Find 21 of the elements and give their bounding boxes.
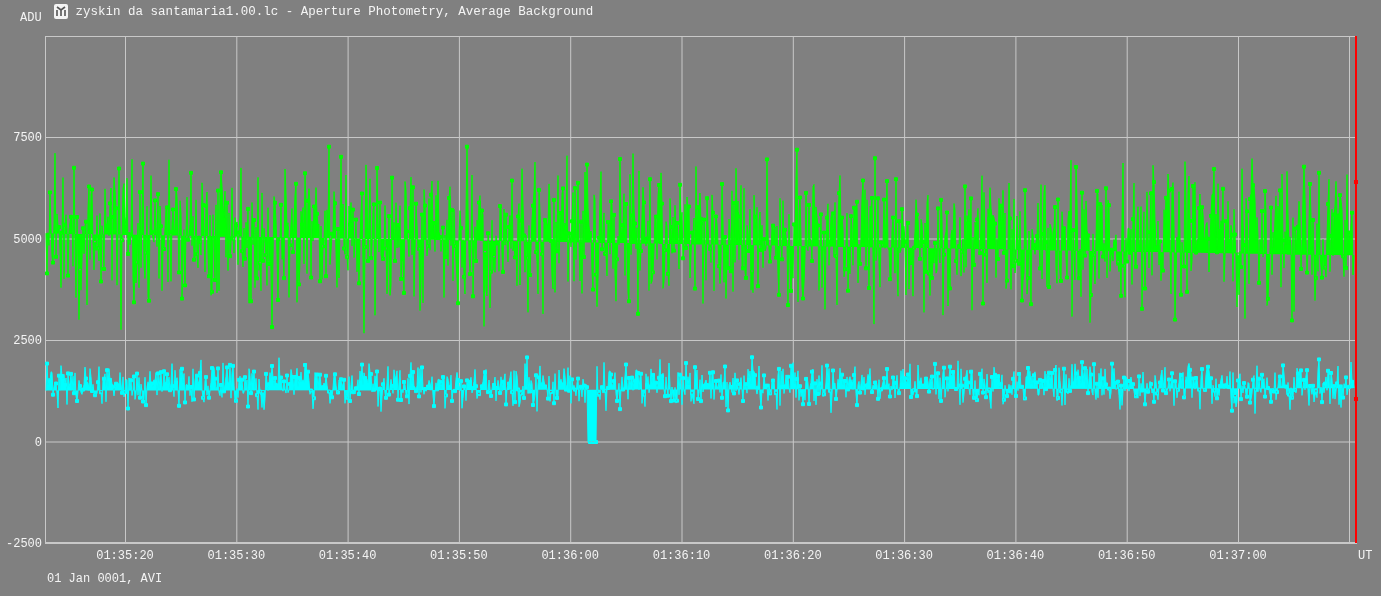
x-tick-label: 01:36:30 bbox=[875, 549, 933, 563]
y-tick-label: 0 bbox=[34, 435, 42, 450]
axis-unit-label: UT bbox=[1358, 549, 1373, 563]
x-tick-label: 01:35:20 bbox=[96, 549, 154, 563]
window-title: zyskin da santamaria1.00.lc - Aperture Photometry, Average Background bbox=[75, 5, 594, 19]
x-tick-label: 01:36:50 bbox=[1097, 549, 1156, 563]
x-tick-label: 01:36:00 bbox=[541, 549, 599, 563]
x-tick-label: 01:36:40 bbox=[986, 549, 1045, 563]
axis-unit-label: ADU bbox=[20, 11, 42, 25]
app-icon bbox=[53, 4, 68, 19]
x-tick-label: 01:36:20 bbox=[764, 549, 822, 563]
y-tick-label: 7500 bbox=[13, 131, 42, 145]
footer-date: 01 Jan 0001, AVI bbox=[47, 572, 163, 586]
x-tick-label: 01:35:40 bbox=[318, 549, 377, 563]
y-tick-label: 2500 bbox=[13, 334, 42, 348]
x-tick-label: 01:35:50 bbox=[430, 549, 488, 563]
x-tick-label: 01:37:00 bbox=[1209, 549, 1267, 563]
x-tick-label: 01:35:30 bbox=[207, 549, 266, 563]
x-tick-label: 01:36:10 bbox=[652, 549, 711, 563]
y-tick-label: -2500 bbox=[6, 537, 42, 551]
y-tick-label: 5000 bbox=[13, 232, 42, 247]
